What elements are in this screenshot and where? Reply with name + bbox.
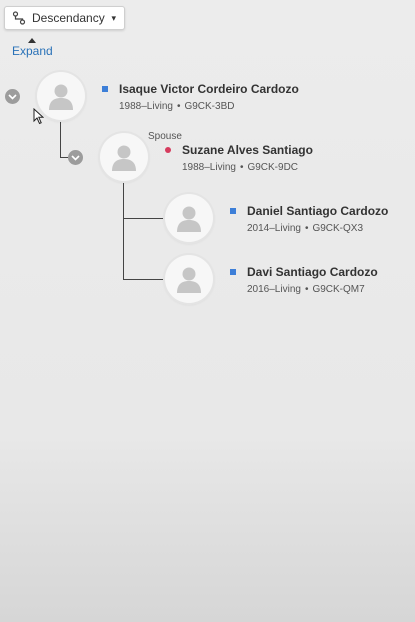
separator-dot: •: [304, 223, 309, 234]
person-card: Daniel Santiago Cardozo 2014–Living • G9CK…: [230, 204, 388, 234]
expand-link[interactable]: Expand: [12, 38, 53, 58]
person-lifespan: 1988–Living: [182, 162, 236, 173]
person-meta: 1988–Living • G9CK-9DC: [182, 162, 313, 173]
separator-dot: •: [239, 162, 244, 173]
tree-connector: [123, 182, 124, 280]
person-id: G9CK-QX3: [312, 223, 364, 234]
tree-icon: [12, 11, 26, 25]
person-avatar[interactable]: [37, 72, 85, 120]
person-name-link[interactable]: Suzane Alves Santiago: [182, 143, 313, 157]
tree-connector: [123, 279, 165, 280]
person-name-link[interactable]: Isaque Victor Cordeiro Cardozo: [119, 82, 299, 96]
collapse-toggle-button[interactable]: [68, 150, 83, 165]
female-gender-icon: [165, 147, 171, 153]
person-lifespan: 1988–Living: [119, 101, 173, 112]
person-name-link[interactable]: Daniel Santiago Cardozo: [247, 204, 388, 218]
person-lifespan: 2014–Living: [247, 223, 301, 234]
person-silhouette-icon: [112, 145, 136, 171]
collapse-toggle-button[interactable]: [5, 89, 20, 104]
male-gender-icon: [230, 208, 236, 214]
person-silhouette-icon: [177, 267, 201, 293]
expand-up-arrow-icon: [28, 38, 37, 43]
person-card: Suzane Alves Santiago 1988–Living • G9CK-9…: [165, 143, 313, 173]
chevron-down-icon: [8, 93, 17, 100]
person-silhouette-icon: [177, 206, 201, 232]
caret-down-icon: ▾: [111, 12, 116, 23]
person-card: Isaque Victor Cordeiro Cardozo 1988–Livi…: [102, 82, 299, 112]
view-selector-button[interactable]: Descendancy ▾: [4, 6, 125, 30]
separator-dot: •: [176, 101, 181, 112]
person-id: G9CK-3BD: [184, 101, 235, 112]
tree-connector: [123, 218, 165, 219]
person-id: G9CK-QM7: [312, 284, 365, 295]
person-id: G9CK-9DC: [247, 162, 299, 173]
separator-dot: •: [304, 284, 309, 295]
person-meta: 1988–Living • G9CK-3BD: [119, 101, 299, 112]
view-selector-label: Descendancy: [32, 11, 105, 25]
person-lifespan: 2016–Living: [247, 284, 301, 295]
tree-connector: [60, 120, 61, 158]
person-name-link[interactable]: Davi Santiago Cardozo: [247, 265, 378, 279]
person-card: Davi Santiago Cardozo 2016–Living • G9CK-Q…: [230, 265, 378, 295]
male-gender-icon: [102, 86, 108, 92]
chevron-down-icon: [71, 154, 80, 161]
person-avatar[interactable]: [100, 133, 148, 181]
person-meta: 2014–Living • G9CK-QX3: [247, 223, 388, 234]
person-silhouette-icon: [49, 84, 73, 110]
person-avatar[interactable]: [165, 255, 213, 303]
tree-connector: [60, 157, 68, 158]
person-avatar[interactable]: [165, 194, 213, 242]
male-gender-icon: [230, 269, 236, 275]
person-meta: 2016–Living • G9CK-QM7: [247, 284, 378, 295]
spouse-label: Spouse: [148, 131, 182, 142]
expand-label: Expand: [12, 44, 53, 58]
